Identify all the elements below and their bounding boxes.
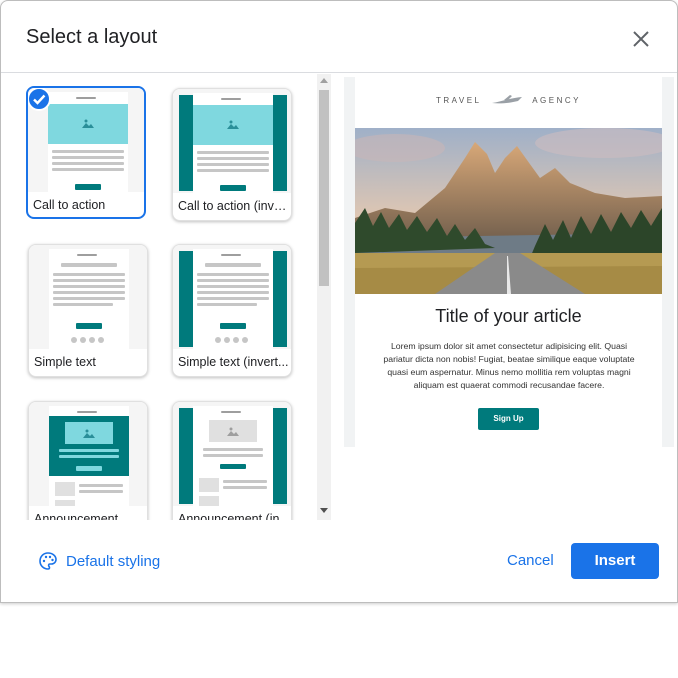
email-preview: TRAVEL AGENCY Title of your article Lore… <box>355 77 662 447</box>
dialog-title: Select a layout <box>26 26 158 48</box>
layout-card-simple-text-inverted[interactable]: Simple text (invert... <box>172 244 292 377</box>
image-icon <box>83 429 95 438</box>
airplane-icon <box>491 95 522 104</box>
layout-card-announcement[interactable]: Announcement <box>28 401 148 520</box>
scrollbar-thumb[interactable] <box>319 90 329 286</box>
gallery-scrollbar[interactable] <box>317 74 331 520</box>
layout-gallery: Call to action Call to action (inve... S… <box>3 74 333 520</box>
dialog-header: Select a layout <box>1 1 677 73</box>
sign-up-button: Sign Up <box>478 408 539 430</box>
layout-dialog: Select a layout Call to action Call to a… <box>0 0 678 603</box>
image-icon <box>227 427 239 436</box>
default-styling-label: Default styling <box>66 552 161 570</box>
layout-label: Call to action <box>33 198 106 212</box>
layout-thumbnail <box>173 402 291 506</box>
layout-card-announcement-inverted[interactable]: Announcement (in... <box>172 401 292 520</box>
layout-card-simple-text[interactable]: Simple text <box>28 244 148 377</box>
layout-label: Announcement (in... <box>178 512 290 520</box>
layout-label: Announcement <box>34 512 119 520</box>
article-body: Lorem ipsum dolor sit amet consectetur a… <box>383 341 635 390</box>
dialog-footer: Default styling Cancel Insert <box>1 521 677 602</box>
insert-button[interactable]: Insert <box>571 543 659 579</box>
layout-thumbnail <box>29 245 147 349</box>
image-icon <box>227 120 239 129</box>
layout-label: Simple text <box>34 355 96 369</box>
close-icon <box>633 31 649 47</box>
palette-icon <box>39 552 57 570</box>
layout-label: Simple text (invert... <box>178 355 289 369</box>
travel-agency-logo: TRAVEL AGENCY <box>435 95 582 106</box>
image-icon <box>82 119 94 128</box>
checkmark-icon <box>28 88 51 111</box>
layout-thumbnail <box>173 89 291 193</box>
article-title: Title of your article <box>435 306 582 326</box>
layout-label: Call to action (inve... <box>178 199 290 213</box>
close-button[interactable] <box>627 25 655 53</box>
cancel-button[interactable]: Cancel <box>507 552 554 569</box>
default-styling-button[interactable]: Default styling <box>38 551 160 571</box>
mountain-road-image <box>355 128 662 294</box>
scroll-up-icon[interactable] <box>320 78 328 83</box>
layout-preview: TRAVEL AGENCY Title of your article Lore… <box>344 77 674 447</box>
scroll-down-icon[interactable] <box>320 508 328 513</box>
layout-thumbnail <box>29 402 147 506</box>
layout-card-call-to-action-inverted[interactable]: Call to action (inve... <box>172 88 292 221</box>
layout-thumbnail <box>173 245 291 349</box>
layout-card-call-to-action[interactable]: Call to action <box>26 86 146 219</box>
